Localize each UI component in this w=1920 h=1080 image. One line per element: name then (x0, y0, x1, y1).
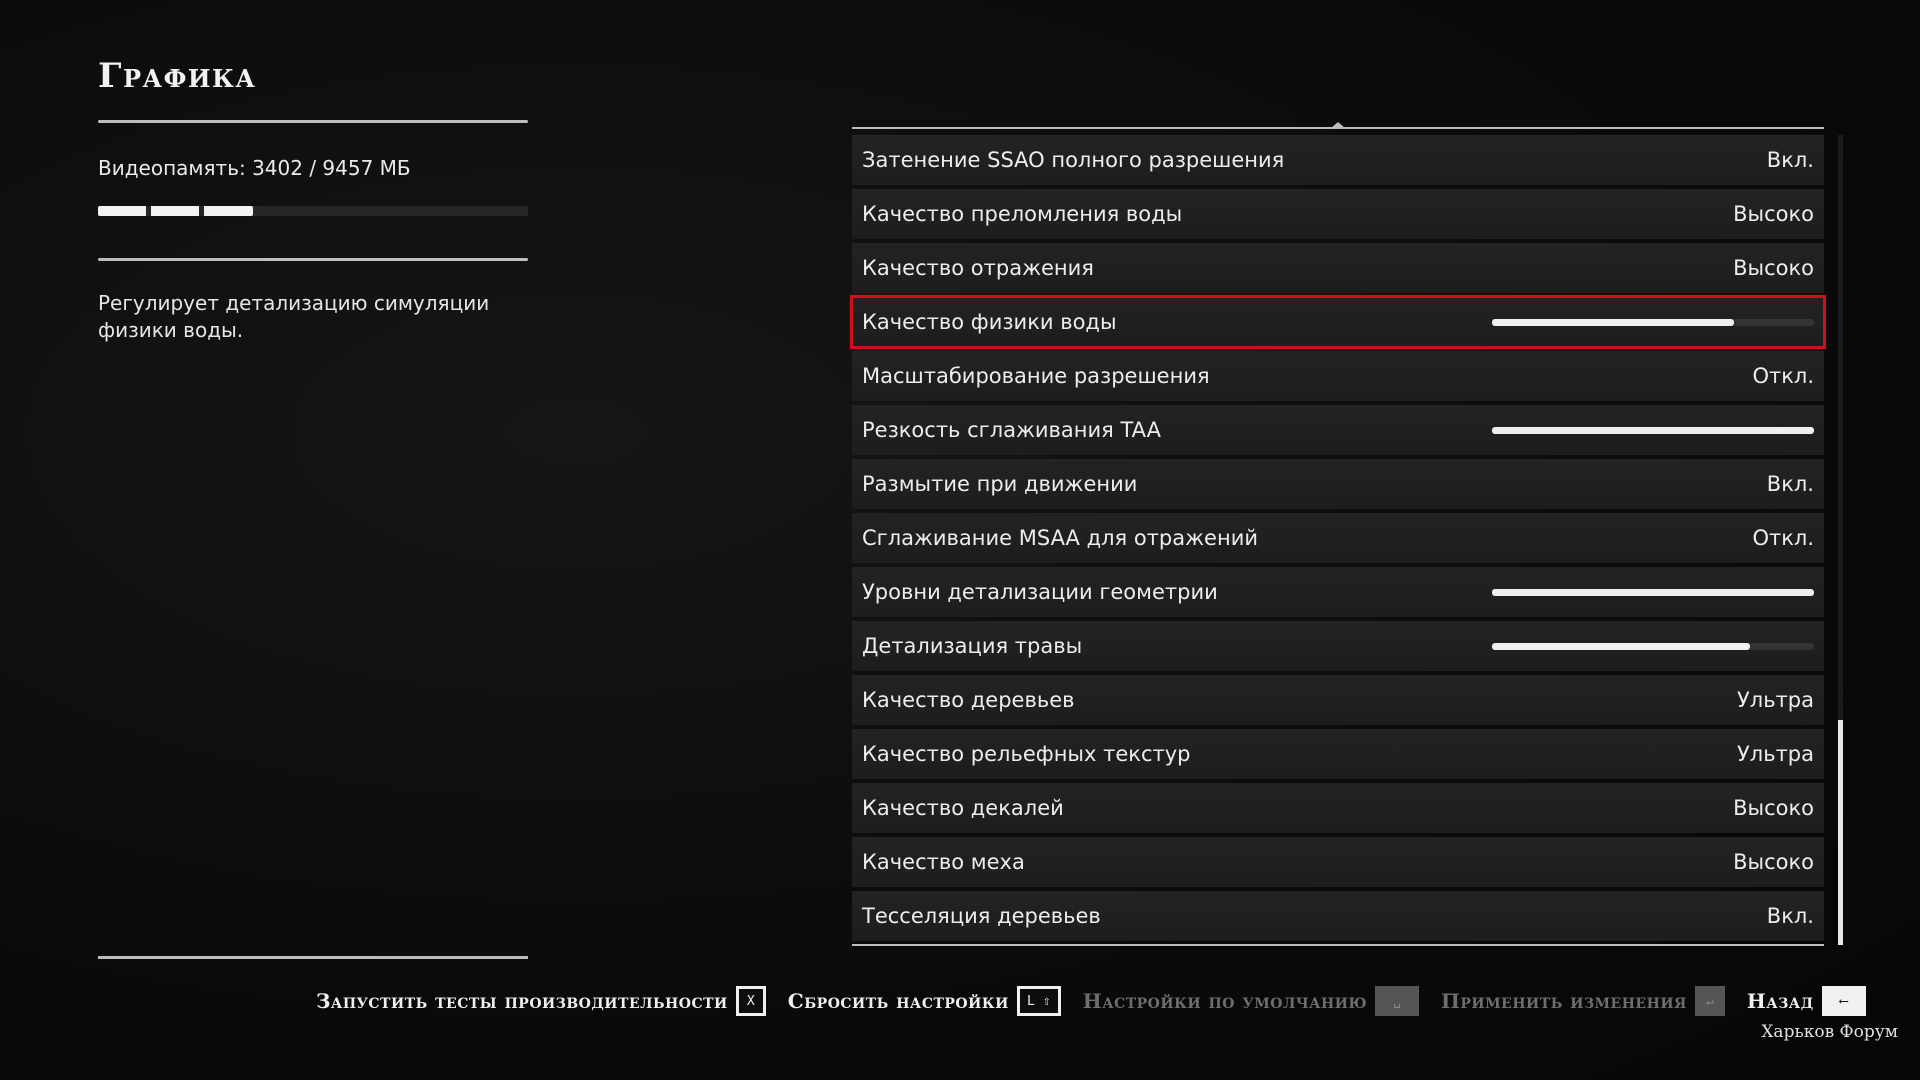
setting-row[interactable]: Затенение SSAO полного разрешения Вкл. (852, 135, 1824, 185)
footer-actions: Запустить тесты производительности X Сбр… (316, 986, 1888, 1016)
vram-label: Видеопамять: 3402 / 9457 МБ (98, 156, 411, 180)
setting-row[interactable]: Качество отражения Высоко (852, 243, 1824, 293)
vram-divider (98, 258, 528, 261)
setting-value[interactable]: Вкл. (1767, 148, 1814, 172)
setting-label: Качество преломления воды (862, 202, 1183, 226)
setting-row[interactable]: Качество декалей Высоко (852, 783, 1824, 833)
key-space-icon: ␣ (1375, 986, 1420, 1016)
run-benchmark-label: Запустить тесты производительности (316, 989, 728, 1013)
restore-defaults-button[interactable]: Настройки по умолчанию ␣ (1082, 986, 1420, 1016)
scrollbar-thumb[interactable] (1838, 720, 1843, 945)
vram-usage-bar (98, 206, 528, 216)
setting-value[interactable]: Ультра (1737, 688, 1814, 712)
setting-label: Качество отражения (862, 256, 1094, 280)
setting-label: Качество рельефных текстур (862, 742, 1191, 766)
setting-value[interactable]: Откл. (1752, 364, 1814, 388)
setting-row[interactable]: Качество рельефных текстур Ультра (852, 729, 1824, 779)
setting-value[interactable]: Вкл. (1767, 472, 1814, 496)
setting-slider-fill (1492, 588, 1814, 596)
setting-label: Тесселяция деревьев (862, 904, 1101, 928)
setting-label: Размытие при движении (862, 472, 1138, 496)
setting-row[interactable]: Размытие при движении Вкл. (852, 459, 1824, 509)
vram-usage-fill (98, 206, 253, 216)
setting-slider-fill (1492, 318, 1734, 326)
key-x-icon: X (735, 986, 766, 1016)
back-button[interactable]: Назад ⟵ (1747, 986, 1866, 1016)
list-bottom-border (852, 944, 1824, 946)
left-panel-bottom-divider (98, 956, 528, 959)
setting-label: Качество деревьев (862, 688, 1075, 712)
settings-list: Затенение SSAO полного разрешения Вкл. Кач… (850, 135, 1826, 945)
setting-slider[interactable] (1492, 426, 1814, 434)
setting-row[interactable]: Качество меха Высоко (852, 837, 1824, 887)
setting-description: Регулирует детализацию симуляции физики … (98, 291, 490, 342)
setting-row[interactable]: Масштабирование разрешения Откл. (852, 351, 1824, 401)
setting-slider[interactable] (1492, 642, 1814, 650)
setting-row[interactable]: Резкость сглаживания TAA (852, 405, 1824, 455)
setting-row[interactable]: Качество деревьев Ультра (852, 675, 1824, 725)
setting-label: Уровни детализации геометрии (862, 580, 1218, 604)
setting-value[interactable]: Высоко (1733, 202, 1814, 226)
title-divider (98, 120, 528, 123)
setting-value[interactable]: Высоко (1733, 796, 1814, 820)
restore-defaults-label: Настройки по умолчанию (1082, 989, 1368, 1013)
setting-value[interactable]: Высоко (1733, 256, 1814, 280)
setting-label: Качество меха (862, 850, 1025, 874)
apply-changes-button[interactable]: Применить изменения ↵ (1441, 986, 1725, 1016)
setting-label: Масштабирование разрешения (862, 364, 1210, 388)
run-benchmark-button[interactable]: Запустить тесты производительности X (316, 986, 766, 1016)
setting-row[interactable]: Качество физики воды (850, 295, 1826, 349)
setting-value[interactable]: Ультра (1737, 742, 1814, 766)
setting-value[interactable]: Высоко (1733, 850, 1814, 874)
setting-row[interactable]: Детализация травы (852, 621, 1824, 671)
reset-settings-label: Сбросить настройки (787, 989, 1009, 1013)
watermark: Харьков Форум (1761, 1022, 1898, 1042)
setting-value[interactable]: Вкл. (1767, 904, 1814, 928)
setting-slider-fill (1492, 642, 1750, 650)
setting-label: Качество физики воды (862, 310, 1117, 334)
setting-label: Детализация травы (862, 634, 1083, 658)
page-title: Графика (98, 56, 257, 96)
setting-row[interactable]: Тесселяция деревьев Вкл. (852, 891, 1824, 941)
key-backspace-icon: ⟵ (1821, 986, 1866, 1016)
reset-settings-button[interactable]: Сбросить настройки L ⇧ (788, 986, 1061, 1016)
setting-label: Сглаживание MSAA для отражений (862, 526, 1258, 550)
setting-label: Резкость сглаживания TAA (862, 418, 1161, 442)
scroll-up-indicator-icon (1331, 122, 1345, 128)
setting-row[interactable]: Сглаживание MSAA для отражений Откл. (852, 513, 1824, 563)
setting-label: Качество декалей (862, 796, 1064, 820)
setting-value[interactable]: Откл. (1752, 526, 1814, 550)
setting-label: Затенение SSAO полного разрешения (862, 148, 1285, 172)
setting-slider-fill (1492, 426, 1814, 434)
setting-row[interactable]: Качество преломления воды Высоко (852, 189, 1824, 239)
vram-segment-gap (199, 206, 204, 216)
back-label: Назад (1746, 989, 1814, 1013)
setting-slider[interactable] (1492, 588, 1814, 596)
setting-row[interactable]: Уровни детализации геометрии (852, 567, 1824, 617)
key-left-shift-icon: L ⇧ (1016, 986, 1061, 1016)
apply-changes-label: Применить изменения (1441, 989, 1687, 1013)
setting-slider[interactable] (1492, 318, 1814, 326)
vram-segment-gap (146, 206, 151, 216)
key-enter-icon: ↵ (1694, 986, 1725, 1016)
